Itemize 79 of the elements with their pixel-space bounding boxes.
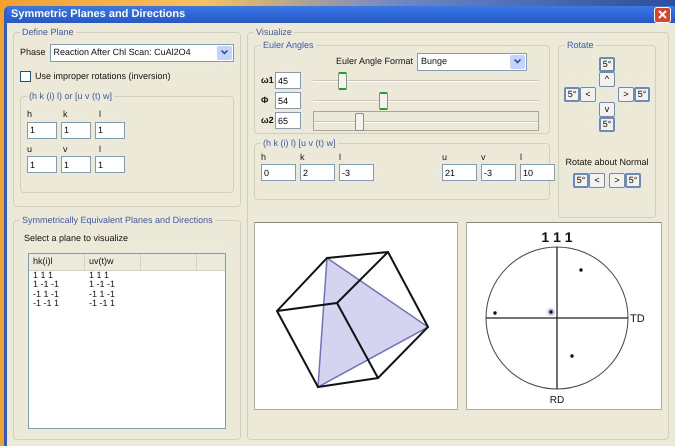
index-label: k bbox=[300, 150, 306, 164]
index-field[interactable]: 21 bbox=[442, 164, 477, 182]
close-button[interactable] bbox=[654, 6, 671, 22]
list-cell[interactable]: 1 1 1 bbox=[85, 270, 141, 280]
index-label: l bbox=[99, 108, 102, 122]
index-field[interactable]: 2 bbox=[300, 164, 335, 182]
list-cell[interactable]: -1 1 -1 bbox=[29, 290, 85, 300]
rotate-button[interactable]: < bbox=[589, 173, 605, 188]
group-label: Define Plane bbox=[21, 27, 75, 38]
group-label: Rotate bbox=[566, 40, 595, 51]
close-icon bbox=[658, 10, 667, 19]
slider-track[interactable] bbox=[313, 90, 539, 111]
list-cell[interactable]: -1 -1 1 bbox=[85, 299, 141, 309]
index-field[interactable]: 1 bbox=[95, 122, 125, 139]
group-label: Visualize bbox=[255, 27, 293, 38]
group-label: Euler Angles bbox=[262, 40, 315, 51]
step-button[interactable]: 5° bbox=[634, 86, 650, 102]
step-button[interactable]: 5° bbox=[599, 56, 615, 72]
axis-label: RD bbox=[550, 394, 564, 406]
index-label: l bbox=[339, 150, 342, 164]
index-label: l bbox=[99, 142, 102, 156]
group-label: Symmetrically Equivalent Planes and Directions bbox=[21, 215, 214, 226]
index-field[interactable]: -3 bbox=[481, 164, 516, 182]
slider-thumb[interactable] bbox=[379, 92, 388, 110]
column-header[interactable]: hk(i)l bbox=[29, 254, 85, 270]
index-field[interactable]: 0 bbox=[261, 164, 296, 182]
index-label: l bbox=[520, 150, 523, 164]
angle-field[interactable]: 54 bbox=[275, 92, 301, 110]
format-dropdown[interactable]: Bunge bbox=[417, 52, 527, 71]
index-field[interactable]: 1 bbox=[61, 122, 91, 139]
step-button[interactable]: 5° bbox=[599, 116, 615, 132]
rotate-button[interactable]: ^ bbox=[599, 72, 615, 87]
angle-symbol: Φ bbox=[261, 94, 270, 107]
index-label: v bbox=[63, 142, 68, 156]
window-title: Symmetric Planes and Directions bbox=[11, 7, 186, 22]
index-field[interactable]: 1 bbox=[95, 156, 125, 174]
checkbox-label: Use improper rotations (inversion) bbox=[35, 70, 171, 83]
step-button[interactable]: 5° bbox=[564, 86, 580, 102]
step-button[interactable]: 5° bbox=[625, 173, 641, 188]
index-field[interactable]: 1 bbox=[27, 156, 57, 174]
phase-dropdown[interactable]: Reaction After Chl Scan: CuAl2O4 bbox=[50, 44, 234, 62]
list-cell[interactable]: 1 -1 -1 bbox=[85, 280, 141, 290]
slider-track[interactable] bbox=[313, 70, 539, 91]
pole-title: 1 1 1 bbox=[541, 228, 573, 245]
rotate-button[interactable]: > bbox=[609, 173, 625, 188]
index-label: h bbox=[261, 150, 268, 164]
rotate-button[interactable]: > bbox=[618, 86, 634, 102]
rotate-button[interactable]: < bbox=[580, 86, 596, 102]
angle-symbol: ω1 bbox=[261, 74, 271, 87]
index-field[interactable]: -3 bbox=[339, 164, 374, 182]
index-label: k bbox=[63, 108, 68, 122]
list-cell[interactable]: -1 1 -1 bbox=[85, 290, 141, 300]
group-label: (h k (i) l) or [u v (t) w] bbox=[28, 91, 113, 102]
slider-thumb[interactable] bbox=[354, 112, 364, 131]
slider-thumb[interactable] bbox=[338, 72, 348, 90]
step-button[interactable]: 5° bbox=[573, 173, 589, 188]
format-label: Euler Angle Format bbox=[336, 54, 413, 68]
phase-label: Phase bbox=[20, 46, 46, 60]
angle-field[interactable]: 65 bbox=[275, 112, 301, 130]
column-header[interactable]: uv(t)w bbox=[85, 254, 141, 270]
angle-symbol: ω2 bbox=[261, 114, 271, 127]
list-cell[interactable]: 1 -1 -1 bbox=[29, 280, 85, 290]
rotate-normal-label: Rotate about Normal bbox=[565, 156, 649, 169]
index-label: h bbox=[27, 108, 34, 122]
index-field[interactable]: 1 bbox=[27, 122, 57, 139]
list-cell[interactable]: -1 -1 1 bbox=[29, 299, 85, 309]
index-label: u bbox=[27, 142, 34, 156]
index-field[interactable]: 10 bbox=[520, 164, 555, 182]
index-label: u bbox=[442, 150, 448, 164]
rotate-button[interactable]: v bbox=[599, 102, 615, 117]
group-label: (h k (i) l) [u v (t) w] bbox=[262, 138, 336, 149]
index-label: v bbox=[481, 150, 486, 164]
slider-track[interactable] bbox=[313, 110, 539, 131]
improper-checkbox[interactable] bbox=[20, 71, 31, 82]
list-cell[interactable]: 1 1 1 bbox=[29, 270, 85, 280]
axis-label: TD bbox=[630, 312, 645, 325]
instruction-text: Select a plane to visualize bbox=[24, 232, 130, 245]
angle-field[interactable]: 45 bbox=[275, 72, 301, 90]
index-field[interactable]: 1 bbox=[61, 156, 91, 174]
